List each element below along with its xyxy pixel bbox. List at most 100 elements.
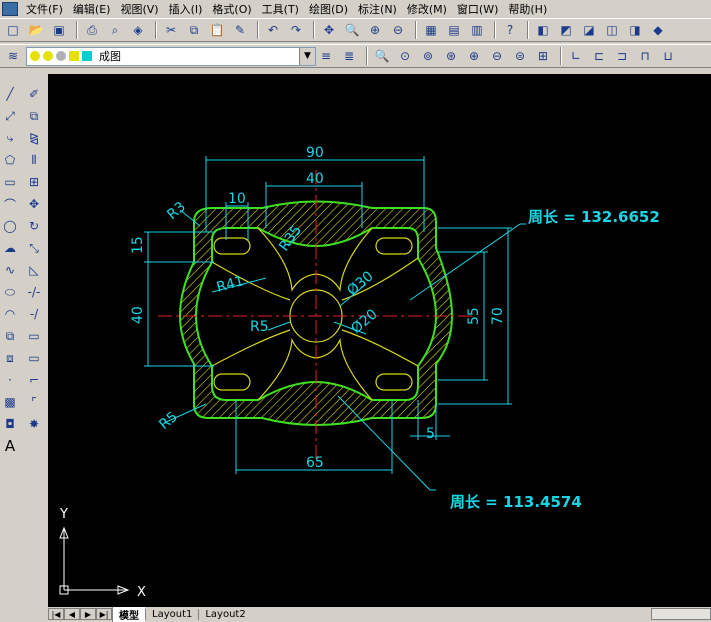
layer-on-icon[interactable] (30, 51, 40, 61)
layer-viewport-icon[interactable] (56, 51, 66, 61)
chevron-down-icon[interactable]: ▼ (299, 47, 315, 65)
view-top-icon[interactable]: ◧ (533, 20, 553, 40)
view-3d-icon[interactable]: ◆ (648, 20, 668, 40)
rectangle-icon[interactable]: ▭ (0, 172, 20, 192)
stretch-icon[interactable]: ◺ (24, 260, 44, 280)
zoom-window-icon[interactable]: 🔍 (372, 46, 392, 66)
menu-format[interactable]: 格式(O) (207, 1, 256, 17)
zoom-previous-icon[interactable]: ⊖ (388, 20, 408, 40)
menu-modify[interactable]: 修改(M) (402, 1, 452, 17)
pan-icon[interactable]: ✥ (319, 20, 339, 40)
construction-line-icon[interactable]: ⤢ (0, 106, 20, 126)
print-preview-icon[interactable]: ⌕ (105, 20, 125, 40)
layer-make-current-icon[interactable]: ≡ (316, 46, 336, 66)
insert-block-icon[interactable]: ⧉ (0, 326, 20, 346)
layer-manager-icon[interactable]: ≋ (3, 46, 23, 66)
next-tab-icon[interactable]: ▶ (80, 608, 96, 620)
layer-dropdown[interactable]: 成图 ▼ (26, 46, 316, 66)
zoom-in-icon[interactable]: ⊕ (464, 46, 484, 66)
join-icon[interactable]: ▭ (24, 348, 44, 368)
ellipse-arc-icon[interactable]: ◠ (0, 304, 20, 324)
menu-edit[interactable]: 编辑(E) (68, 1, 116, 17)
spline-icon[interactable]: ∿ (0, 260, 20, 280)
zoom-out-icon[interactable]: ⊖ (487, 46, 507, 66)
offset-icon[interactable]: ⫴ (24, 150, 44, 170)
zoom-dynamic-icon[interactable]: ⊙ (395, 46, 415, 66)
app-icon[interactable] (2, 1, 18, 16)
last-tab-icon[interactable]: ▶| (96, 608, 112, 620)
break-icon[interactable]: ▭ (24, 326, 44, 346)
layer-previous-icon[interactable]: ≣ (339, 46, 359, 66)
view-iso-icon[interactable]: ◩ (556, 20, 576, 40)
paste-icon[interactable]: 📋 (207, 20, 227, 40)
undo-icon[interactable]: ↶ (263, 20, 283, 40)
publish-icon[interactable]: ◈ (128, 20, 148, 40)
make-block-icon[interactable]: ⧈ (0, 348, 20, 368)
first-tab-icon[interactable]: |◀ (48, 608, 64, 620)
redo-icon[interactable]: ↷ (286, 20, 306, 40)
match-properties-icon[interactable]: ✎ (230, 20, 250, 40)
copy-icon[interactable]: ⧉ (184, 20, 204, 40)
design-center-icon[interactable]: ▤ (444, 20, 464, 40)
tab-layout2[interactable]: Layout2 (198, 608, 251, 620)
zoom-center-icon[interactable]: ⊛ (441, 46, 461, 66)
menu-view[interactable]: 视图(V) (115, 1, 163, 17)
zoom-extents-icon[interactable]: ⊞ (533, 46, 553, 66)
cut-icon[interactable]: ✂ (161, 20, 181, 40)
polyline-icon[interactable]: ⤷ (0, 128, 20, 148)
ucs-icon[interactable]: ∟ (566, 46, 586, 66)
menu-draw[interactable]: 绘图(D) (304, 1, 353, 17)
array-icon[interactable]: ⊞ (24, 172, 44, 192)
properties-icon[interactable]: ▦ (421, 20, 441, 40)
save-icon[interactable]: ▣ (49, 20, 69, 40)
menu-dimension[interactable]: 标注(N) (353, 1, 402, 17)
ucs-object-icon[interactable]: ⊔ (658, 46, 678, 66)
print-icon[interactable]: ⎙ (82, 20, 102, 40)
open-file-icon[interactable]: 📂 (26, 20, 46, 40)
tab-layout1[interactable]: Layout1 (145, 608, 198, 620)
horizontal-scrollbar[interactable] (651, 608, 711, 620)
prev-tab-icon[interactable]: ◀ (64, 608, 80, 620)
chamfer-icon[interactable]: ⌐ (24, 370, 44, 390)
explode-icon[interactable]: ✸ (24, 414, 44, 434)
ucs-world-icon[interactable]: ⊏ (589, 46, 609, 66)
multiline-text-icon[interactable]: A (0, 436, 20, 456)
view-side-icon[interactable]: ◫ (602, 20, 622, 40)
scale-icon[interactable]: ⤡ (24, 238, 44, 258)
layer-thaw-icon[interactable] (43, 51, 53, 61)
erase-icon[interactable]: ✐ (24, 84, 44, 104)
trim-icon[interactable]: -/- (24, 282, 44, 302)
ucs-previous-icon[interactable]: ⊐ (612, 46, 632, 66)
view-back-icon[interactable]: ◨ (625, 20, 645, 40)
zoom-realtime-icon[interactable]: 🔍 (342, 20, 362, 40)
zoom-all-icon[interactable]: ⊜ (510, 46, 530, 66)
menu-file[interactable]: 文件(F) (21, 1, 68, 17)
tool-palettes-icon[interactable]: ▥ (467, 20, 487, 40)
line-icon[interactable]: ╱ (0, 84, 20, 104)
ellipse-icon[interactable]: ⬭ (0, 282, 20, 302)
menu-window[interactable]: 窗口(W) (452, 1, 503, 17)
layer-color-icon[interactable] (82, 51, 92, 61)
menu-tools[interactable]: 工具(T) (257, 1, 304, 17)
help-icon[interactable]: ? (500, 20, 520, 40)
drawing-canvas[interactable]: 90 40 10 R3 R35 15 40 R41 Ø30 R5 Ø20 55 … (48, 74, 711, 608)
fillet-icon[interactable]: ⌜ (24, 392, 44, 412)
ucs-face-icon[interactable]: ⊓ (635, 46, 655, 66)
tab-model[interactable]: 模型 (112, 606, 145, 622)
zoom-window-icon[interactable]: ⊕ (365, 20, 385, 40)
menu-insert[interactable]: 插入(I) (164, 1, 208, 17)
copy-object-icon[interactable]: ⧉ (24, 106, 44, 126)
new-file-icon[interactable]: □ (3, 20, 23, 40)
revision-cloud-icon[interactable]: ☁ (0, 238, 20, 258)
layer-lock-icon[interactable] (69, 51, 79, 61)
extend-icon[interactable]: -/ (24, 304, 44, 324)
polygon-icon[interactable]: ⬠ (0, 150, 20, 170)
circle-icon[interactable]: ◯ (0, 216, 20, 236)
move-icon[interactable]: ✥ (24, 194, 44, 214)
view-front-icon[interactable]: ◪ (579, 20, 599, 40)
arc-icon[interactable]: ⌒ (0, 194, 20, 214)
menu-help[interactable]: 帮助(H) (503, 1, 552, 17)
point-icon[interactable]: · (0, 370, 20, 390)
region-icon[interactable]: ◘ (0, 414, 20, 434)
mirror-icon[interactable]: ⧎ (24, 128, 44, 148)
